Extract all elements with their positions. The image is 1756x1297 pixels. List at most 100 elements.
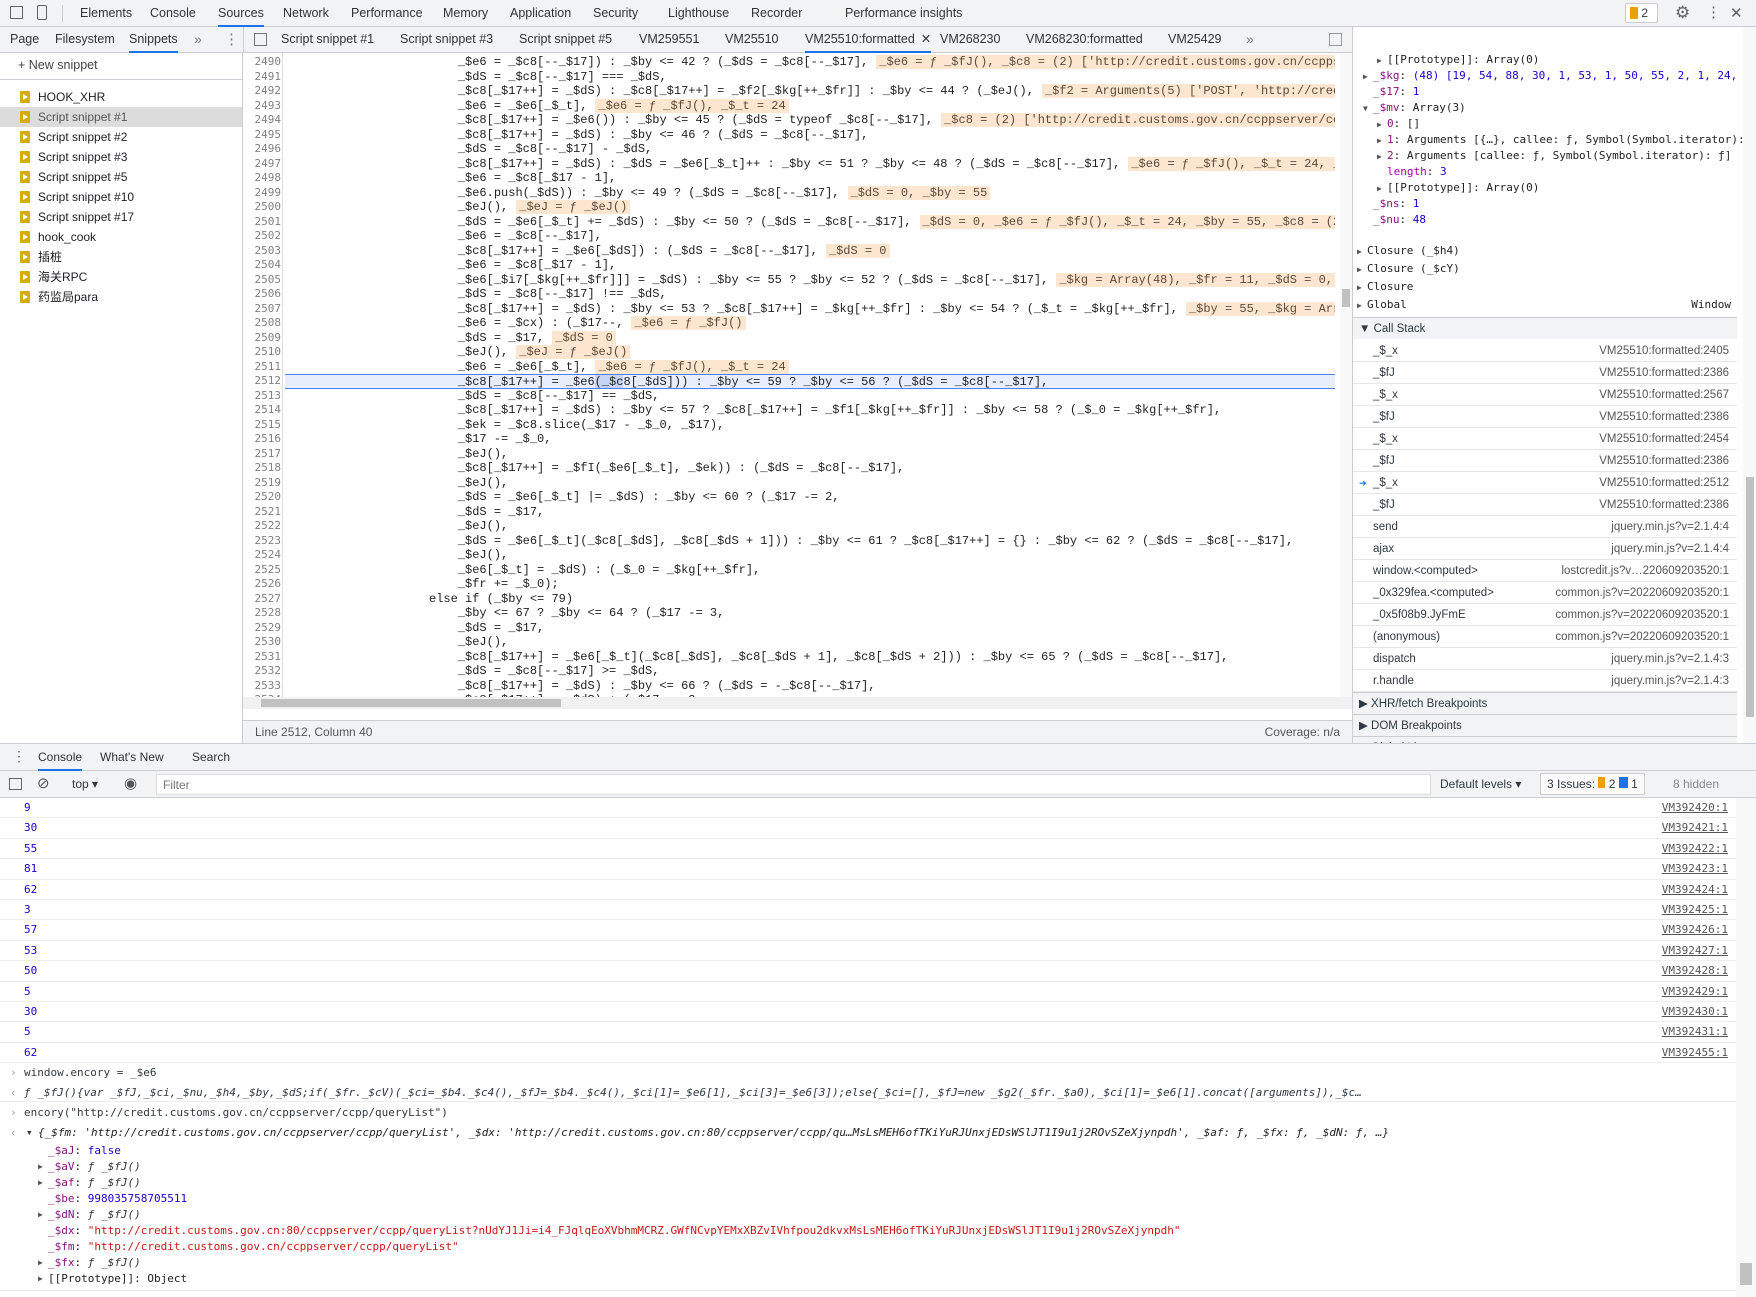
frame-location[interactable]: common.js?v=20220609203520:1 [1555, 604, 1729, 626]
console-prompt[interactable]: › [0, 1290, 1736, 1297]
collapsed-triangle-icon[interactable]: ▶ [1377, 133, 1387, 149]
source-link[interactable]: VM392426:1 [1662, 920, 1728, 940]
nav-tab-snippets[interactable]: Snippets [129, 27, 178, 53]
line-number[interactable]: 2515 [243, 418, 282, 433]
issues-counter[interactable]: 2 [1625, 3, 1658, 23]
breakpoint-section[interactable]: ▶ Global Listeners [1353, 736, 1737, 743]
frame-location[interactable]: jquery.min.js?v=2.1.4:4 [1611, 516, 1729, 538]
frame-location[interactable]: VM25510:formatted:2567 [1599, 384, 1729, 406]
collapsed-triangle-icon[interactable]: ▶ [1363, 69, 1373, 85]
line-number[interactable]: 2497 [243, 157, 282, 172]
call-frame[interactable]: _$_x VM25510:formatted:2567 [1353, 384, 1737, 406]
scrollbar-thumb[interactable] [1746, 477, 1754, 717]
line-number[interactable]: 2518 [243, 461, 282, 476]
source-link[interactable]: VM392431:1 [1662, 1022, 1728, 1042]
line-number[interactable]: 2522 [243, 519, 282, 534]
frame-location[interactable]: VM25510:formatted:2386 [1599, 450, 1729, 472]
line-number[interactable]: 2528 [243, 606, 282, 621]
line-number[interactable]: 2494 [243, 113, 282, 128]
debugger-scrollbar[interactable] [1743, 27, 1756, 743]
console-output[interactable]: 9 VM392420:1 30 VM392421:1 55 VM392422:1 81 VM3… [0, 798, 1736, 1297]
frame-location[interactable]: VM25510:formatted:2512 [1599, 472, 1729, 494]
line-number[interactable]: 2499 [243, 186, 282, 201]
scope-property[interactable]: ▶ [[Prototype]]: Array(0) [1377, 52, 1539, 68]
drawer-tab-search[interactable]: Search [192, 744, 230, 771]
editor-tab[interactable]: Script snippet #3 [400, 27, 493, 53]
more-options-icon[interactable]: ⋮ [1706, 3, 1721, 21]
source-link[interactable]: VM392421:1 [1662, 818, 1728, 838]
call-stack-header[interactable]: ▼ Call Stack [1353, 317, 1737, 339]
call-frame[interactable]: _$fJ VM25510:formatted:2386 [1353, 494, 1737, 516]
source-link[interactable]: VM392425:1 [1662, 900, 1728, 920]
breakpoint-section[interactable]: ▶ DOM Breakpoints [1353, 714, 1737, 736]
line-number[interactable]: 2510 [243, 345, 282, 360]
line-number[interactable]: 2517 [243, 447, 282, 462]
call-frame[interactable]: send jquery.min.js?v=2.1.4:4 [1353, 516, 1737, 538]
scope-section[interactable]: ▶ Closure [1357, 279, 1737, 295]
close-tab-icon[interactable]: ✕ [921, 32, 931, 46]
snippet-item[interactable]: Script snippet #1 [0, 107, 242, 127]
source-link[interactable]: VM392429:1 [1662, 982, 1728, 1002]
line-number[interactable]: 2531 [243, 650, 282, 665]
top-tab-security[interactable]: Security [593, 0, 638, 27]
frame-location[interactable]: common.js?v=20220609203520:1 [1555, 582, 1729, 604]
editor-tab[interactable]: VM259551 [639, 27, 699, 53]
source-link[interactable]: VM392428:1 [1662, 961, 1728, 981]
object-property[interactable]: ▶ [[Prototype]]: Object [0, 1270, 1736, 1288]
line-number[interactable]: 2520 [243, 490, 282, 505]
editor-tab[interactable]: Script snippet #5 [519, 27, 612, 53]
call-frame[interactable]: ajax jquery.min.js?v=2.1.4:4 [1353, 538, 1737, 560]
scrollbar-thumb[interactable] [1342, 289, 1350, 307]
line-number[interactable]: 2492 [243, 84, 282, 99]
snippet-item[interactable]: 海关RPC [0, 267, 242, 287]
frame-location[interactable]: VM25510:formatted:2386 [1599, 494, 1729, 516]
frame-location[interactable]: VM25510:formatted:2454 [1599, 428, 1729, 450]
collapsed-triangle-icon[interactable]: ▶ [1377, 181, 1387, 197]
call-frame[interactable]: dispatch jquery.min.js?v=2.1.4:3 [1353, 648, 1737, 670]
line-number[interactable]: 2491 [243, 70, 282, 85]
line-number[interactable]: 2507 [243, 302, 282, 317]
frame-location[interactable]: VM25510:formatted:2386 [1599, 362, 1729, 384]
line-number-gutter[interactable]: 2490 2491 2492 2493 2494 2495 2496 2497 2498 2499… [243, 53, 283, 708]
editor-tab[interactable]: VM25510:formatted ✕ [805, 27, 932, 53]
call-frame[interactable]: _$_x VM25510:formatted:2405 [1353, 340, 1737, 362]
scope-section[interactable]: ▶ Global Window [1357, 297, 1737, 313]
frame-location[interactable]: common.js?v=20220609203520:1 [1555, 626, 1729, 648]
editor-tab[interactable]: VM268230 [940, 27, 1000, 53]
frame-location[interactable]: jquery.min.js?v=2.1.4:3 [1611, 648, 1729, 670]
context-selector[interactable]: top ▾ [72, 777, 98, 791]
call-frame[interactable]: (anonymous) common.js?v=20220609203520:1 [1353, 626, 1737, 648]
toggle-debugger-icon[interactable] [1329, 33, 1342, 46]
line-number[interactable]: 2506 [243, 287, 282, 302]
show-sidebar-icon[interactable] [9, 778, 22, 790]
more-editor-tabs-icon[interactable]: » [1246, 31, 1254, 47]
scrollbar-thumb[interactable] [261, 699, 561, 707]
frame-location[interactable]: jquery.min.js?v=2.1.4:4 [1611, 538, 1729, 560]
editor-tab[interactable]: VM268230:formatted [1026, 27, 1143, 53]
frame-location[interactable]: lostcredit.js?v…220609203520:1 [1561, 560, 1729, 582]
source-link[interactable]: VM392424:1 [1662, 880, 1728, 900]
device-toolbar-icon[interactable] [37, 5, 47, 20]
line-number[interactable]: 2504 [243, 258, 282, 273]
call-frame[interactable]: _$fJ VM25510:formatted:2386 [1353, 406, 1737, 428]
scrollbar-thumb[interactable] [1740, 1263, 1752, 1285]
frame-location[interactable]: VM25510:formatted:2386 [1599, 406, 1729, 428]
call-frame[interactable]: _$fJ VM25510:formatted:2386 [1353, 362, 1737, 384]
scope-section[interactable]: ▶ Closure (_$cY) [1357, 261, 1737, 277]
line-number[interactable]: 2500 [243, 200, 282, 215]
snippet-item[interactable]: Script snippet #5 [0, 167, 242, 187]
source-link[interactable]: VM392420:1 [1662, 798, 1728, 818]
line-number[interactable]: 2532 [243, 664, 282, 679]
call-frame[interactable]: ➜ _$_x VM25510:formatted:2512 [1353, 472, 1737, 494]
line-number[interactable]: 2496 [243, 142, 282, 157]
line-number[interactable]: 2508 [243, 316, 282, 331]
drawer-menu-icon[interactable]: ⋮ [12, 748, 26, 765]
frame-location[interactable]: VM25510:formatted:2405 [1599, 340, 1729, 362]
expanded-triangle-icon[interactable]: ▼ [1363, 101, 1373, 117]
line-number[interactable]: 2533 [243, 679, 282, 694]
line-number[interactable]: 2512 [243, 374, 282, 389]
source-link[interactable]: VM392422:1 [1662, 839, 1728, 859]
line-number[interactable]: 2516 [243, 432, 282, 447]
scope-property[interactable]: ▶ 2: Arguments [callee: ƒ, Symbol(Symbol.… [1377, 148, 1731, 164]
editor-tab[interactable]: VM25510 [725, 27, 779, 53]
